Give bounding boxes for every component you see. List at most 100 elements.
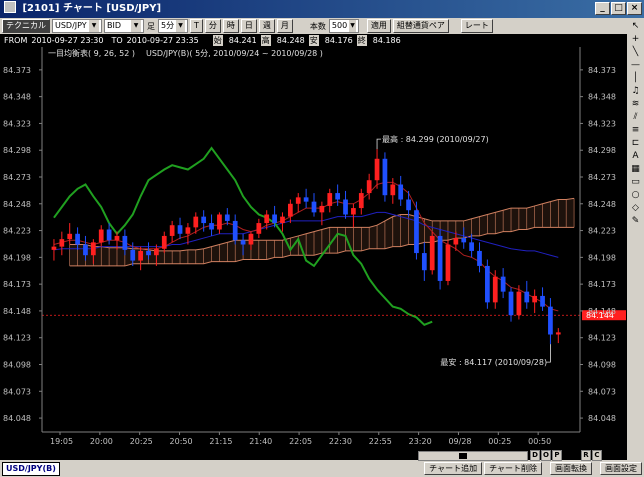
candle-body — [272, 214, 277, 224]
x-tick-label: 09/28 — [448, 437, 471, 446]
candle-body — [90, 242, 96, 256]
candle-body — [154, 248, 159, 256]
vline-icon[interactable]: │ — [628, 72, 643, 85]
text-icon[interactable]: A — [628, 150, 643, 163]
bell-icon[interactable]: ♫ — [628, 85, 643, 98]
window-title: [2101] チャート [USD/JPY] — [22, 3, 162, 14]
x-tick-label: 22:55 — [369, 437, 392, 446]
scrollbar-thumb[interactable] — [459, 453, 467, 459]
trend-icon[interactable]: ⫽ — [628, 111, 643, 124]
y-tick-label-left: 84.048 — [3, 414, 31, 423]
candle-body — [398, 184, 404, 200]
candle-body — [51, 246, 57, 250]
candle-body — [461, 238, 467, 243]
grid-icon[interactable]: ▦ — [628, 163, 643, 176]
indicator-title: 一目均衡表( 9, 26, 52 ) — [48, 48, 135, 58]
ohlc-infobar: FROM 2010-09-27 23:30 TO 2010-09-27 23:3… — [0, 34, 644, 47]
candle-body — [477, 250, 482, 266]
from-value: 2010-09-27 23:30 — [31, 36, 104, 45]
y-tick-label-right: 84.323 — [588, 119, 616, 128]
chart-scrollbar[interactable] — [418, 451, 528, 461]
eraser-icon[interactable]: ◇ — [628, 202, 643, 215]
bottom-bar: USD/JPY(B) チャート追加 チャート削除 画面転換 画面設定 — [0, 461, 644, 477]
candle-body — [548, 306, 553, 335]
pair-button[interactable]: 組替通貨ペア — [392, 19, 449, 33]
rate-button[interactable]: レート — [460, 19, 493, 33]
candlestick-chart[interactable]: 84.144 最高 : 84.299 (2010/09/27)最安 : 84.1… — [0, 47, 627, 460]
ellipse-icon[interactable]: ○ — [628, 189, 643, 202]
x-tick-label: 20:50 — [170, 437, 193, 446]
symbol-tab[interactable]: USD/JPY(B) — [2, 462, 60, 476]
y-tick-label-right: 84.173 — [588, 280, 616, 289]
period-select[interactable]: 5分 ▼ — [158, 19, 188, 33]
y-tick-label-right: 84.148 — [588, 307, 616, 316]
switch-view-button[interactable]: 画面転換 — [550, 462, 592, 475]
unit-button-minute[interactable]: 分 — [204, 19, 221, 33]
y-tick-label-left: 84.273 — [3, 173, 31, 182]
minimize-button[interactable]: _ — [595, 2, 610, 15]
candle-body — [414, 210, 419, 254]
unit-button-month[interactable]: 月 — [276, 19, 293, 33]
x-tick-label: 20:25 — [130, 437, 153, 446]
unit-button-hour[interactable]: 時 — [222, 19, 239, 33]
candle-body — [185, 227, 191, 234]
count-input[interactable]: 500 ▼ — [328, 19, 359, 33]
cursor-icon[interactable]: ↖ — [628, 20, 643, 33]
screen-settings-button[interactable]: 画面設定 — [600, 462, 642, 475]
delete-chart-button[interactable]: チャート削除 — [484, 462, 542, 475]
low-value: 84.176 — [324, 36, 353, 45]
candle-body — [295, 197, 301, 204]
y-tick-label-right: 84.248 — [588, 200, 616, 209]
unit-button-day[interactable]: 日 — [240, 19, 257, 33]
x-tick-label: 20:00 — [90, 437, 113, 446]
unit-button-week[interactable]: 週 — [258, 19, 275, 33]
low-annotation: 最安 : 84.117 (2010/09/28) — [440, 357, 547, 367]
maximize-button[interactable]: □ — [611, 2, 626, 15]
y-tick-label-left: 84.098 — [3, 361, 31, 370]
y-tick-label-left: 84.198 — [3, 253, 31, 262]
technical-button[interactable]: テクニカル — [2, 19, 50, 33]
nav-button-r[interactable]: R — [581, 450, 591, 461]
close-button[interactable]: × — [627, 2, 642, 15]
line-icon[interactable]: ╲ — [628, 46, 643, 59]
close-label: 終 — [356, 35, 367, 46]
nav-button-d[interactable]: D — [530, 450, 540, 461]
y-tick-label-left: 84.298 — [3, 146, 31, 155]
chevron-down-icon: ▼ — [89, 20, 99, 32]
nav-button-c[interactable]: C — [592, 450, 602, 461]
candle-body — [358, 193, 364, 209]
unit-button-tick[interactable]: T — [190, 19, 203, 33]
candle-body — [327, 193, 333, 206]
fork-icon[interactable]: ⊏ — [628, 137, 643, 150]
add-chart-button[interactable]: チャート追加 — [424, 462, 483, 475]
y-tick-label-left: 84.248 — [3, 200, 31, 209]
nav-button-p[interactable]: P — [552, 450, 562, 461]
side-select[interactable]: BID ▼ — [104, 19, 144, 33]
crosshair-icon[interactable]: + — [628, 33, 643, 46]
hline-icon[interactable]: — — [628, 59, 643, 72]
x-tick-label: 23:20 — [409, 437, 432, 446]
y-tick-label-right: 84.273 — [588, 173, 616, 182]
high-label: 高 — [260, 35, 271, 46]
x-tick-label: 00:25 — [488, 437, 511, 446]
apply-button[interactable]: 適用 — [366, 19, 391, 33]
candle-body — [500, 276, 506, 292]
candle-body — [351, 208, 356, 215]
x-tick-label: 22:30 — [329, 437, 352, 446]
candle-body — [540, 295, 545, 307]
app-icon — [4, 1, 16, 13]
count-label: 本数 — [309, 21, 326, 31]
candle-body — [177, 225, 183, 234]
symbol-select[interactable]: USD/JPY ▼ — [52, 19, 102, 33]
chart-area[interactable]: 84.144 最高 : 84.299 (2010/09/27) 最安 : 84.1… — [0, 47, 627, 460]
close-value: 84.186 — [372, 36, 401, 45]
open-label: 始 — [212, 35, 223, 46]
fib-icon[interactable]: ≋ — [628, 98, 643, 111]
nav-button-o[interactable]: O — [541, 450, 551, 461]
candle-body — [303, 197, 309, 202]
candle-body — [532, 295, 538, 303]
y-tick-label-left: 84.173 — [3, 280, 31, 289]
rect-icon[interactable]: ▭ — [628, 176, 643, 189]
edit-icon[interactable]: ✎ — [628, 215, 643, 228]
channel-icon[interactable]: ≡ — [628, 124, 643, 137]
